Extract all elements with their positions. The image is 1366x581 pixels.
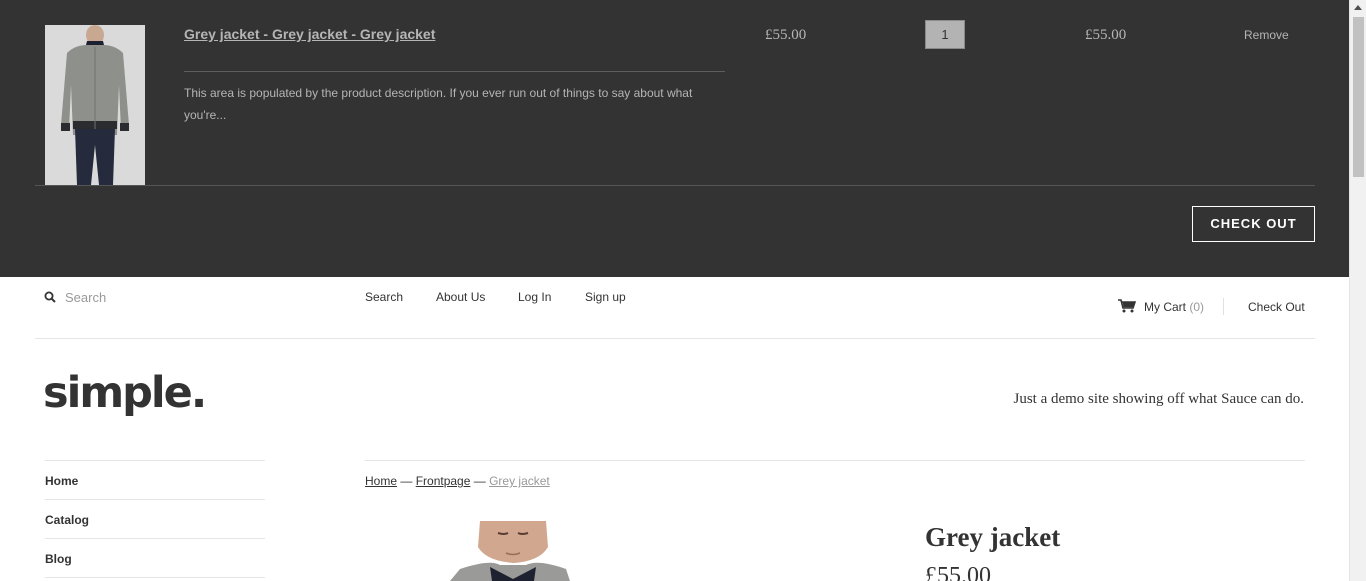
- site-logo[interactable]: simple.: [43, 368, 207, 418]
- content-divider: [365, 460, 1305, 461]
- breadcrumb-separator: —: [397, 474, 416, 488]
- nav-link-search[interactable]: Search: [365, 290, 403, 304]
- product-price: £55.00: [925, 563, 991, 581]
- sidebar-item-home[interactable]: Home: [45, 461, 265, 500]
- breadcrumb-home-link[interactable]: Home: [365, 474, 397, 488]
- cart-item-title-link[interactable]: Grey jacket - Grey jacket - Grey jacket: [184, 26, 435, 42]
- nav-link-about-us[interactable]: About Us: [436, 290, 485, 304]
- remove-item-link[interactable]: Remove: [1244, 28, 1289, 42]
- site-tagline: Just a demo site showing off what Sauce …: [1013, 391, 1304, 407]
- product-title: Grey jacket: [925, 522, 1061, 552]
- checkout-button[interactable]: CHECK OUT: [1192, 206, 1315, 242]
- cart-item-price: £55.00: [765, 27, 807, 43]
- shopping-cart-icon: [1118, 299, 1136, 313]
- breadcrumb-current[interactable]: Grey jacket: [489, 474, 550, 488]
- search-icon: [44, 291, 56, 303]
- cart-drawer: Grey jacket - Grey jacket - Grey jacket …: [0, 0, 1349, 277]
- top-check-out-link[interactable]: Check Out: [1248, 300, 1305, 314]
- header-divider: [35, 338, 1315, 339]
- cart-item-line-total: £55.00: [1085, 27, 1127, 43]
- breadcrumb-separator: —: [470, 474, 490, 488]
- scrollbar-thumb[interactable]: [1353, 17, 1364, 177]
- topbar-separator: [1223, 298, 1224, 315]
- scroll-up-arrow-icon[interactable]: [1354, 5, 1362, 10]
- sidebar-item-blog[interactable]: Blog: [45, 539, 265, 578]
- cart-item-divider: [184, 71, 725, 72]
- sidebar-item-catalog[interactable]: Catalog: [45, 500, 265, 539]
- cart-count: (0): [1189, 300, 1205, 314]
- cart-item-description: This area is populated by the product de…: [184, 86, 693, 122]
- my-cart-link[interactable]: My Cart (0): [1144, 300, 1204, 314]
- cart-divider: [35, 185, 1315, 186]
- page-scrollbar[interactable]: [1349, 0, 1366, 581]
- cart-item-image[interactable]: [45, 25, 145, 185]
- nav-link-log-in[interactable]: Log In: [518, 290, 551, 304]
- breadcrumb-frontpage-link[interactable]: Frontpage: [416, 474, 471, 488]
- nav-link-sign-up[interactable]: Sign up: [585, 290, 626, 304]
- breadcrumb: Home — Frontpage — Grey jacket: [365, 474, 550, 488]
- search-input[interactable]: [62, 287, 262, 307]
- quantity-input[interactable]: [925, 20, 965, 49]
- sidebar-nav: Home Catalog Blog: [45, 460, 265, 578]
- product-image[interactable]: [450, 521, 570, 581]
- my-cart-label: My Cart: [1144, 300, 1186, 314]
